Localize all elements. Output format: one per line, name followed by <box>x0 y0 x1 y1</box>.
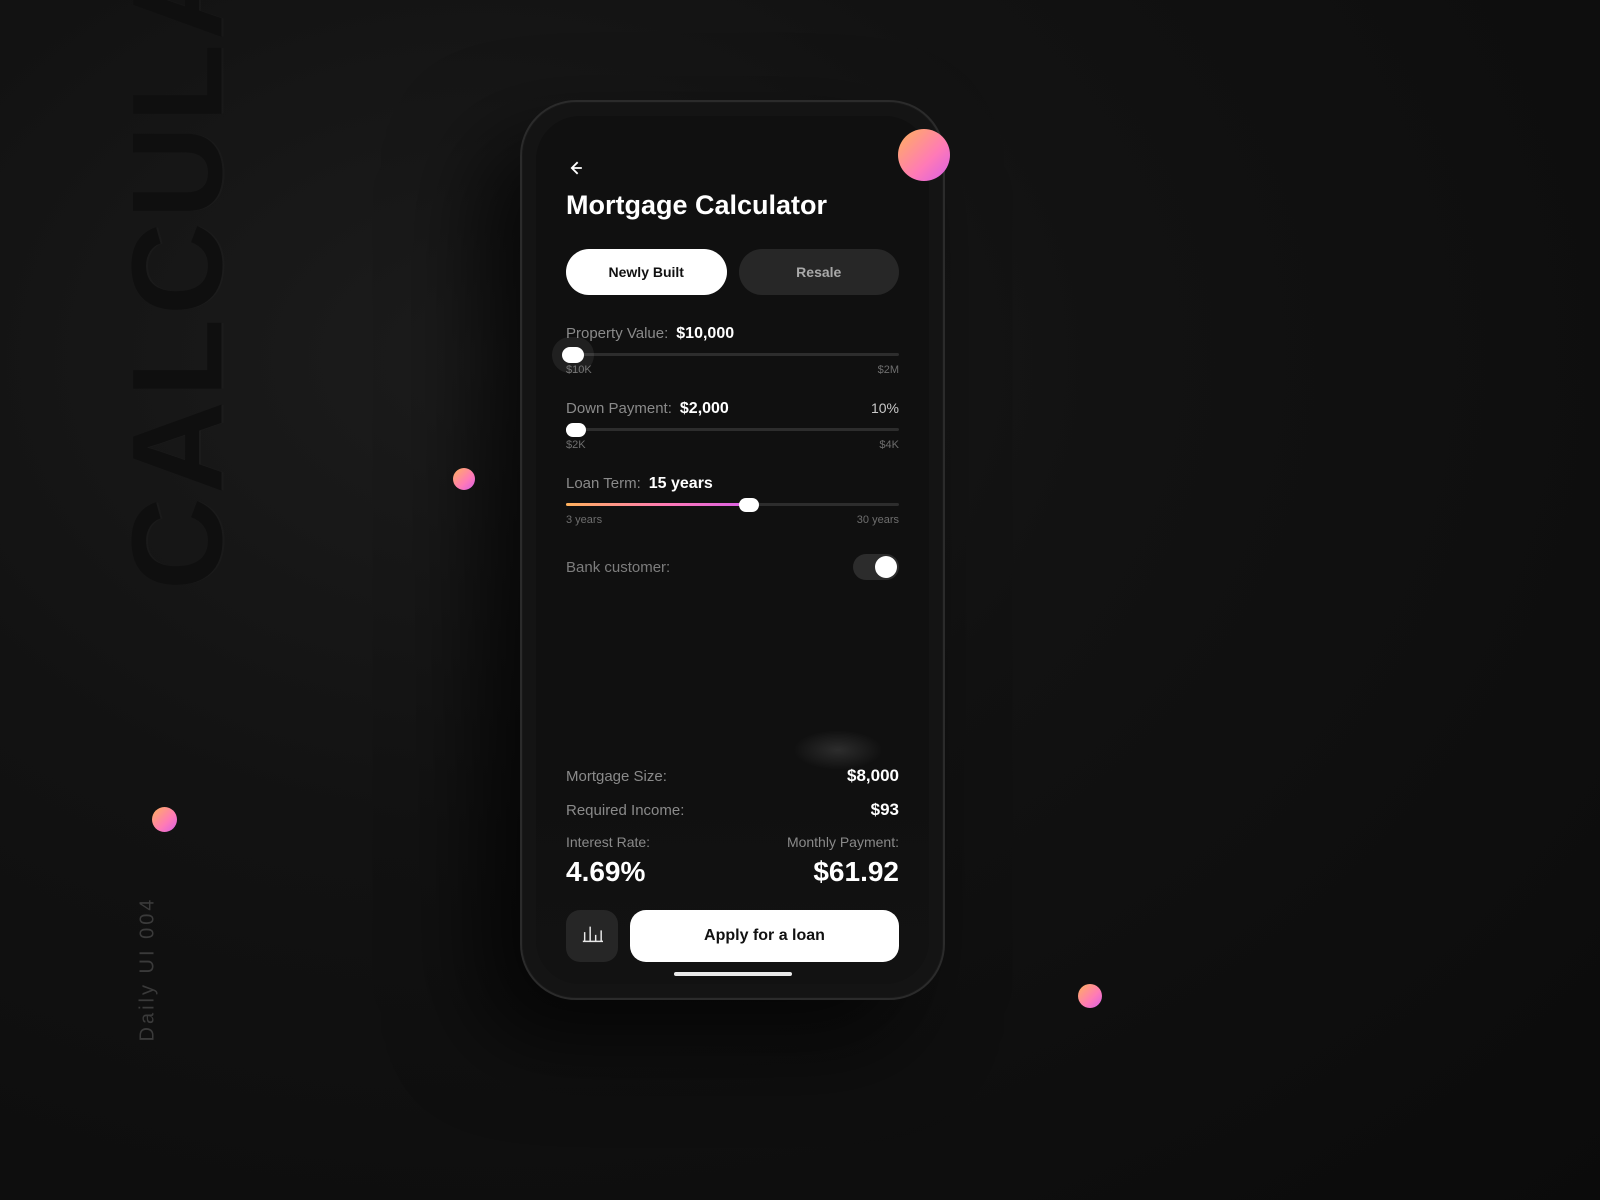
down-payment-label: Down Payment: <box>566 400 672 417</box>
bank-customer-row: Bank customer: <box>566 554 899 580</box>
decorative-orb <box>1078 984 1102 1008</box>
slider-thumb[interactable] <box>562 347 584 363</box>
down-payment-max: $4K <box>879 439 899 451</box>
decorative-small-label: Daily UI 004 <box>137 897 160 1042</box>
loan-term-label: Loan Term: <box>566 475 641 492</box>
down-payment-min: $2K <box>566 439 586 451</box>
arrow-left-icon <box>566 158 586 183</box>
decorative-orb <box>152 807 177 832</box>
slider-thumb[interactable] <box>566 423 586 437</box>
decorative-orb <box>898 129 950 181</box>
property-value-label: Property Value: <box>566 325 668 342</box>
bank-customer-toggle[interactable] <box>853 554 899 580</box>
page-title: Mortgage Calculator <box>566 190 899 221</box>
app-screen: Mortgage Calculator Newly Built Resale P… <box>536 116 929 984</box>
loan-term-field: Loan Term: 15 years 3 years 30 years <box>566 475 899 526</box>
property-value-max: $2M <box>878 364 899 376</box>
down-payment-amount: $2,000 <box>680 400 729 418</box>
loan-term-max: 30 years <box>857 514 899 526</box>
bar-chart-icon <box>581 923 603 950</box>
results-panel: Mortgage Size: $8,000 Required Income: $… <box>536 738 929 984</box>
property-value-slider[interactable] <box>566 353 899 356</box>
home-indicator <box>674 972 792 976</box>
interest-rate-label: Interest Rate: <box>566 834 650 850</box>
interest-rate-value: 4.69% <box>566 856 650 888</box>
tab-newly-built[interactable]: Newly Built <box>566 249 727 295</box>
back-button[interactable] <box>566 156 594 184</box>
property-value-min: $10K <box>566 364 592 376</box>
mortgage-size-label: Mortgage Size: <box>566 768 667 785</box>
chart-button[interactable] <box>566 910 618 962</box>
loan-term-value: 15 years <box>649 475 713 493</box>
mortgage-size-value: $8,000 <box>847 766 899 786</box>
required-income-value: $93 <box>871 800 899 820</box>
property-value-amount: $10,000 <box>676 325 734 343</box>
down-payment-percent: 10% <box>871 400 899 416</box>
monthly-payment-label: Monthly Payment: <box>787 834 899 850</box>
down-payment-field: Down Payment: $2,000 10% $2K $4K <box>566 400 899 451</box>
phone-frame: Mortgage Calculator Newly Built Resale P… <box>520 100 945 1000</box>
apply-loan-button[interactable]: Apply for a loan <box>630 910 899 962</box>
monthly-payment-value: $61.92 <box>813 856 899 888</box>
required-income-label: Required Income: <box>566 802 684 819</box>
slider-thumb[interactable] <box>739 498 759 512</box>
loan-term-slider[interactable] <box>566 503 899 506</box>
tab-resale[interactable]: Resale <box>739 249 900 295</box>
bank-customer-label: Bank customer: <box>566 559 670 576</box>
property-value-field: Property Value: $10,000 $10K $2M <box>566 325 899 376</box>
decorative-big-word: CALCULATOR <box>105 0 252 590</box>
toggle-knob <box>875 556 897 578</box>
decorative-orb <box>453 468 475 490</box>
down-payment-slider[interactable] <box>566 428 899 431</box>
loan-term-min: 3 years <box>566 514 602 526</box>
property-type-tabs: Newly Built Resale <box>566 249 899 295</box>
